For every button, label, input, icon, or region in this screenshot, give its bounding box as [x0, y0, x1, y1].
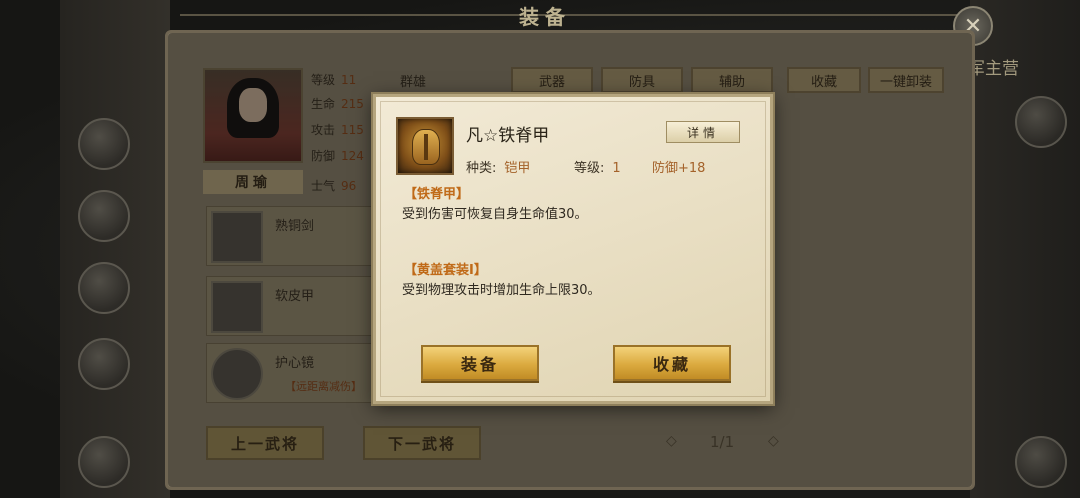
- background-title-right: 军主营: [968, 59, 1019, 79]
- sidebar-round-button-4[interactable]: [78, 338, 130, 390]
- item-type: 种类: 铠甲: [466, 161, 531, 176]
- item-bonus: 防御+18: [652, 161, 706, 176]
- detail-button[interactable]: 详情: [666, 121, 740, 143]
- item-detail-modal: 凡☆铁脊甲 详情 种类: 铠甲 等级: 1 防御+18 【铁脊甲】 受到伤害可恢复自…: [373, 94, 773, 404]
- sidebar-round-button-1[interactable]: [78, 118, 130, 170]
- sidebar-round-button-2[interactable]: [78, 190, 130, 242]
- item-level: 等级: 1: [574, 161, 621, 176]
- equip-button[interactable]: 装备: [421, 345, 539, 381]
- collect-button[interactable]: 收藏: [613, 345, 731, 381]
- sidebar-round-button-3[interactable]: [78, 262, 130, 314]
- right-round-button-1[interactable]: [1015, 96, 1067, 148]
- page-title: 装备: [519, 4, 571, 29]
- item-name: 凡☆铁脊甲: [466, 126, 550, 146]
- effect-title-2: 【黄盖套装Ⅰ】: [404, 263, 487, 278]
- effect-desc-1: 受到伤害可恢复自身生命值30。: [402, 207, 588, 222]
- menu-round-button[interactable]: [1015, 436, 1067, 488]
- item-armor-icon: [396, 117, 454, 175]
- effect-title-1: 【铁脊甲】: [404, 187, 470, 202]
- sidebar-round-button-5[interactable]: [78, 436, 130, 488]
- left-sidebar: [60, 0, 170, 498]
- effect-desc-2: 受到物理攻击时增加生命上限30。: [402, 283, 601, 298]
- armor-glyph: [412, 129, 440, 165]
